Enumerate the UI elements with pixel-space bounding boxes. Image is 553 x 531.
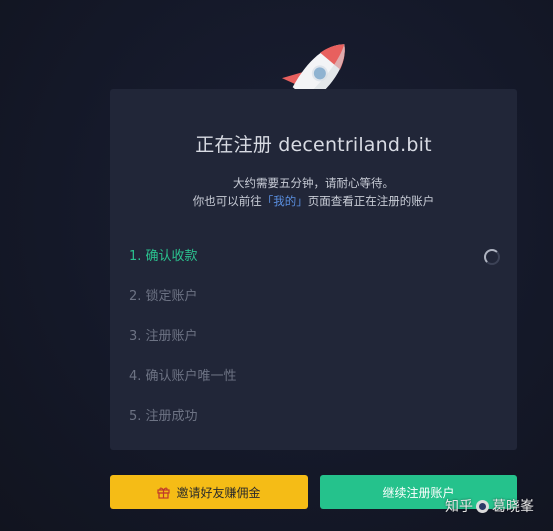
registration-page: 正在注册 decentriland.bit 大约需要五分钟，请耐心等待。 你也可…: [0, 0, 553, 531]
invite-friends-button[interactable]: 邀请好友赚佣金: [110, 475, 308, 509]
watermark-author: 葛晓峯: [492, 499, 534, 515]
continue-button-label: 继续注册账户: [382, 485, 455, 500]
mine-page-link[interactable]: 「我的」: [262, 194, 308, 208]
invite-button-label: 邀请好友赚佣金: [176, 485, 261, 500]
page-title: 正在注册 decentriland.bit: [195, 134, 432, 156]
wait-notice: 大约需要五分钟，请耐心等待。: [233, 176, 394, 190]
spinner-icon: [484, 249, 500, 265]
zhihu-watermark: 知乎 葛晓峯: [445, 496, 534, 516]
step-confirm-payment: 1. 确认收款: [129, 249, 198, 264]
step-register-account: 3. 注册账户: [129, 329, 198, 344]
step-list: 1. 确认收款 2. 锁定账户 3. 注册账户 4. 确认账户唯一性 5. 注册…: [129, 249, 499, 449]
gift-icon: [157, 486, 171, 499]
registration-card: 正在注册 decentriland.bit 大约需要五分钟，请耐心等待。 你也可…: [110, 89, 517, 450]
avatar: [476, 499, 489, 513]
watermark-site: 知乎: [445, 499, 473, 515]
step-confirm-uniqueness: 4. 确认账户唯一性: [129, 369, 237, 384]
mine-page-hint: 你也可以前往「我的」页面查看正在注册的账户: [110, 193, 517, 209]
hint-prefix: 你也可以前往: [192, 194, 262, 208]
step-registration-success: 5. 注册成功: [129, 409, 198, 424]
step-lock-account: 2. 锁定账户: [129, 289, 198, 304]
hint-suffix: 页面查看正在注册的账户: [307, 194, 435, 208]
